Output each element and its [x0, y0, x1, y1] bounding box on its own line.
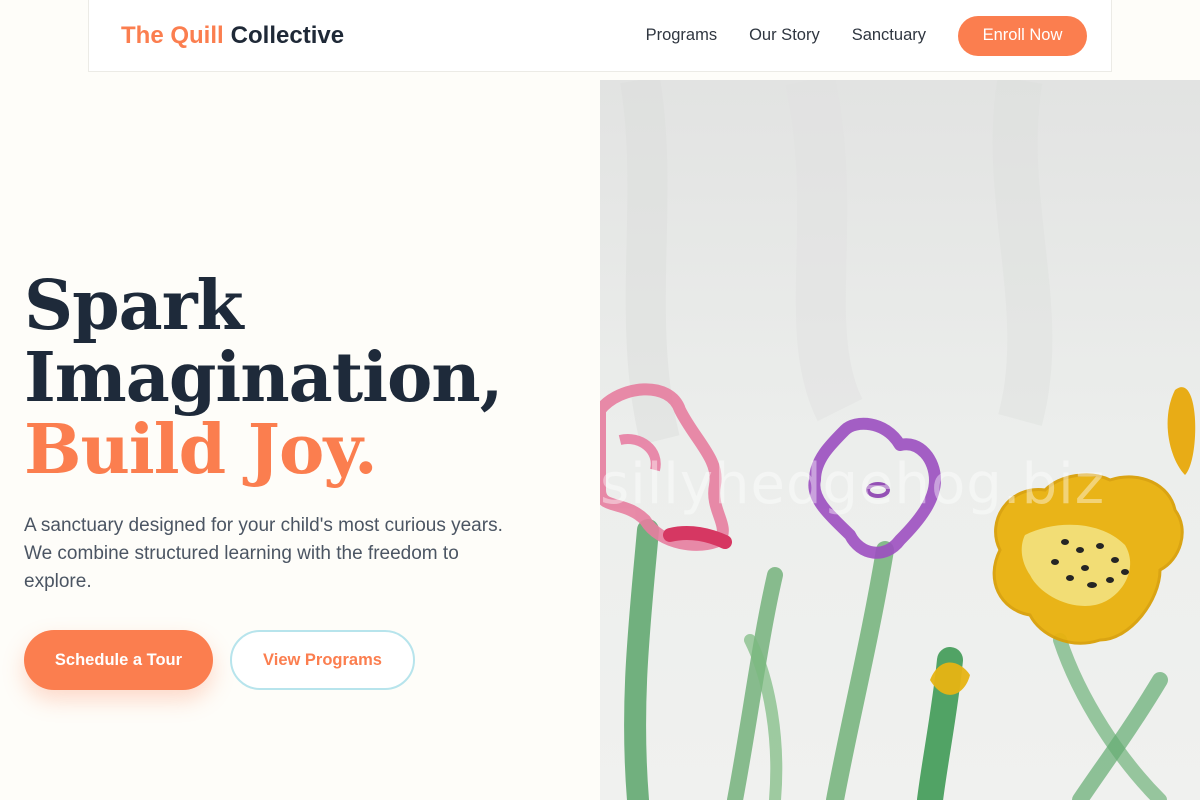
view-programs-button[interactable]: View Programs — [230, 630, 415, 690]
flower-painting-illustration — [600, 80, 1200, 800]
hero-headline: Spark Imagination, Build Joy. — [24, 270, 584, 486]
headline-line-2: Imagination, — [24, 338, 503, 418]
headline-line-3: Build Joy. — [24, 410, 378, 490]
nav-links: Programs Our Story Sanctuary Enroll Now — [614, 15, 1087, 56]
navbar: The Quill Collective Programs Our Story … — [88, 0, 1112, 72]
hero-image-watercolor-flowers: sillyhedgehog.biz — [600, 80, 1200, 800]
hero-cta-row: Schedule a Tour View Programs — [24, 630, 584, 690]
hero-subtext: A sanctuary designed for your child's mo… — [24, 515, 503, 592]
enroll-now-button[interactable]: Enroll Now — [958, 15, 1087, 56]
hero-text: Spark Imagination, Build Joy. A sanctuar… — [24, 270, 584, 690]
nav-link-sanctuary[interactable]: Sanctuary — [852, 26, 926, 45]
schedule-tour-button[interactable]: Schedule a Tour — [24, 630, 213, 690]
brand-logo[interactable]: The Quill Collective — [121, 22, 344, 50]
nav-link-programs[interactable]: Programs — [646, 26, 718, 45]
brand-accent: The Quill — [121, 21, 224, 49]
image-watermark: sillyhedgehog.biz — [600, 452, 1106, 517]
headline-line-1: Spark — [24, 266, 244, 346]
nav-link-our-story[interactable]: Our Story — [749, 26, 820, 45]
brand-main: Collective — [230, 21, 345, 49]
